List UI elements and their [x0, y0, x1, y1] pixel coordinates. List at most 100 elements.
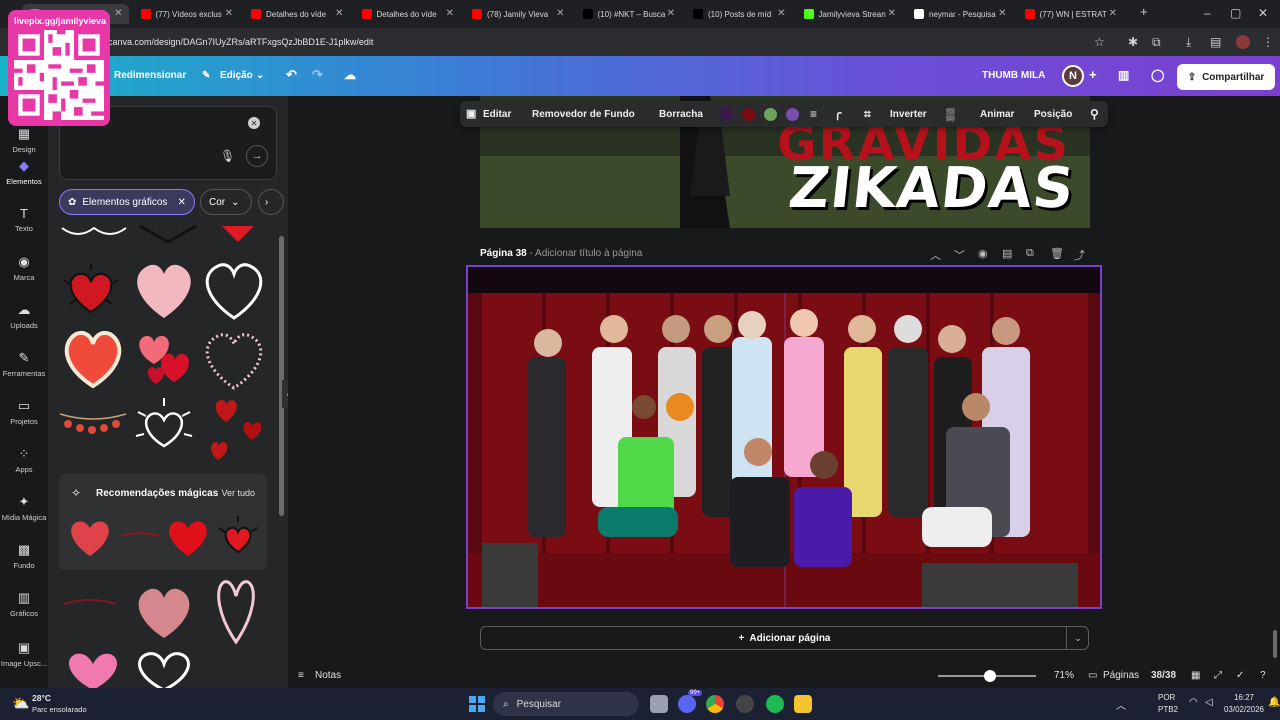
graphic-thumb-script[interactable] [60, 592, 120, 616]
notes-button[interactable]: Notas [315, 670, 341, 681]
panel-scrollbar[interactable] [279, 236, 284, 516]
close-tab-icon[interactable]: ✕ [888, 8, 896, 19]
flip-button[interactable]: Inverter [890, 109, 927, 120]
graphic-thumb-heart-cluster[interactable] [128, 328, 200, 390]
magic-thumb-heart-1[interactable] [65, 514, 115, 558]
graphic-thumb-heart-garland[interactable] [58, 408, 128, 444]
duplicate-page-icon[interactable]: ⧉ [1026, 247, 1034, 260]
check-icon[interactable]: ✓ [1236, 670, 1244, 681]
graphic-thumb-red-heart-outline[interactable] [58, 326, 128, 390]
page-label[interactable]: Página 38 - Adicionar título à página [480, 248, 642, 259]
graphic-thumb-tall-heart[interactable] [208, 576, 264, 646]
close-tab-icon[interactable]: ✕ [335, 8, 343, 19]
canvas-scrollbar[interactable] [1273, 630, 1277, 658]
maximize-icon[interactable]: ▢ [1230, 6, 1241, 20]
task-view-icon[interactable] [650, 695, 668, 713]
color-swatch-3[interactable] [764, 108, 777, 121]
close-tab-icon[interactable]: ✕ [667, 8, 675, 19]
close-tab-icon[interactable]: ✕ [114, 8, 122, 19]
project-title[interactable]: THUMB MILA [982, 70, 1045, 81]
close-tab-icon[interactable]: ✕ [777, 8, 785, 19]
group-photo-image[interactable] [468, 267, 1100, 607]
clock-date[interactable]: 03/02/2026 [1222, 705, 1266, 714]
browser-tab[interactable]: Detalhes do víde ✕ [243, 4, 350, 24]
background-remover-button[interactable]: Removedor de Fundo [532, 109, 635, 120]
spotify-icon[interactable] [766, 695, 784, 713]
language-primary[interactable]: POR [1158, 693, 1175, 702]
close-tab-icon[interactable]: ✕ [225, 8, 233, 19]
close-tab-icon[interactable]: ✕ [1109, 8, 1117, 19]
delete-page-icon[interactable]: 🗑 [1050, 247, 1064, 260]
graphic-thumb-dotted-heart[interactable] [198, 326, 270, 392]
animate-button[interactable]: Animar [980, 109, 1014, 120]
fullscreen-icon[interactable]: ⤢ [1214, 670, 1222, 681]
graphic-thumb-red-triangle[interactable] [218, 222, 258, 244]
rail-item-texto[interactable]: T Texto [0, 206, 48, 233]
add-collaborator-icon[interactable]: + [1089, 67, 1097, 82]
more-filters-chip[interactable]: › [258, 189, 284, 215]
graphic-thumb-blurred-heart[interactable] [128, 578, 200, 644]
rail-item-uploads[interactable]: ☁ Uploads [0, 302, 48, 330]
lock-page-icon[interactable]: ▤ [1002, 247, 1012, 260]
volume-icon[interactable]: ◁ [1205, 697, 1213, 708]
crop-icon[interactable]: ⌗ [864, 107, 871, 122]
color-swatch-4[interactable] [786, 108, 799, 121]
chevron-down-icon[interactable]: ⌄ [256, 70, 264, 81]
taskbar-search[interactable]: ⌕ Pesquisar [493, 692, 639, 716]
file-explorer-icon[interactable] [794, 695, 812, 713]
rail-item-apps[interactable]: ⁘ Apps [0, 446, 48, 474]
see-all-link[interactable]: Ver tudo [221, 488, 255, 498]
color-swatch-2[interactable] [742, 108, 755, 121]
close-tab-icon[interactable]: ✕ [998, 8, 1006, 19]
browser-tab[interactable]: Jamilyvieva Strean ✕ [796, 4, 903, 24]
rail-item-elementos[interactable]: ◆ Elementos [0, 158, 48, 186]
grid-view-icon[interactable]: ▦ [1191, 670, 1200, 681]
graphic-thumb-outline-heart[interactable] [198, 256, 270, 322]
extension-icon[interactable]: ✱ [1128, 35, 1138, 49]
graphic-thumb-scattered-hearts[interactable] [204, 396, 268, 462]
download-icon[interactable]: ⤓ [1186, 35, 1191, 50]
chrome-icon[interactable] [706, 695, 724, 713]
undo-icon[interactable]: ↶ [286, 67, 297, 83]
browser-tab[interactable]: (77) Vídeos exclus ✕ [133, 4, 240, 24]
browser-tab[interactable]: neymar - Pesquisa ✕ [906, 4, 1013, 24]
magic-thumb-text[interactable] [117, 526, 163, 546]
browser-tab[interactable]: (10) Posts de míd ✕ [685, 4, 792, 24]
share-button[interactable]: ⇪ Compartilhar [1177, 64, 1275, 90]
new-tab-button[interactable]: + [1140, 4, 1148, 19]
graphic-thumb-lines[interactable] [58, 222, 130, 246]
rail-item-gr-ficos[interactable]: ▥ Gráficos [0, 590, 48, 618]
clear-search-icon[interactable]: ✕ [248, 117, 260, 129]
browser-tab[interactable]: (10) #NKT – Busca ✕ [575, 4, 682, 24]
tab-search-icon[interactable]: ▤ [1210, 35, 1221, 49]
close-tab-icon[interactable]: ✕ [556, 8, 564, 19]
graphic-thumb-chevron[interactable] [132, 222, 204, 246]
user-avatar[interactable]: N [1062, 65, 1084, 87]
add-page-button[interactable]: + Adicionar página [480, 626, 1089, 650]
rail-item-design[interactable]: ▦ Design [0, 126, 48, 154]
rail-item-projetos[interactable]: ▭ Projetos [0, 398, 48, 426]
microphone-icon[interactable]: 🎙 [220, 149, 235, 163]
submit-search-icon[interactable]: → [246, 145, 268, 167]
magic-thumb-heart-3[interactable] [213, 514, 263, 558]
bookmark-star-icon[interactable]: ☆ [1094, 35, 1105, 49]
chevron-up-icon[interactable]: ︿ [930, 247, 941, 263]
clock-time[interactable]: 16:27 [1224, 693, 1264, 702]
transparency-icon[interactable]: ▒ [946, 107, 955, 121]
corner-rounding-icon[interactable]: ╭ [834, 106, 841, 120]
resize-button[interactable]: Redimensionar [114, 70, 186, 81]
weather-temp[interactable]: 28°C [32, 693, 51, 703]
remove-filter-icon[interactable]: ✕ [177, 197, 185, 208]
graphic-thumb-pink-heart[interactable] [128, 256, 200, 322]
weather-desc[interactable]: Parc ensolarado [32, 705, 87, 714]
add-page-options[interactable]: ⌄ [1066, 626, 1089, 650]
comments-icon[interactable]: ◯ [1151, 68, 1164, 82]
discord-icon[interactable] [678, 695, 696, 713]
filter-chip-graphics[interactable]: ✿ Elementos gráficos ✕ [59, 189, 195, 215]
edit-mode-button[interactable]: Edição [220, 70, 253, 81]
position-button[interactable]: Posição [1034, 109, 1072, 120]
graphic-thumb-radiant-heart[interactable] [128, 396, 200, 462]
graphic-thumb-white-heart[interactable] [128, 650, 200, 688]
rail-item-m-dia-m-gica[interactable]: ✦ Mídia Mágica [0, 494, 48, 522]
border-style-icon[interactable]: ≡ [810, 107, 817, 121]
